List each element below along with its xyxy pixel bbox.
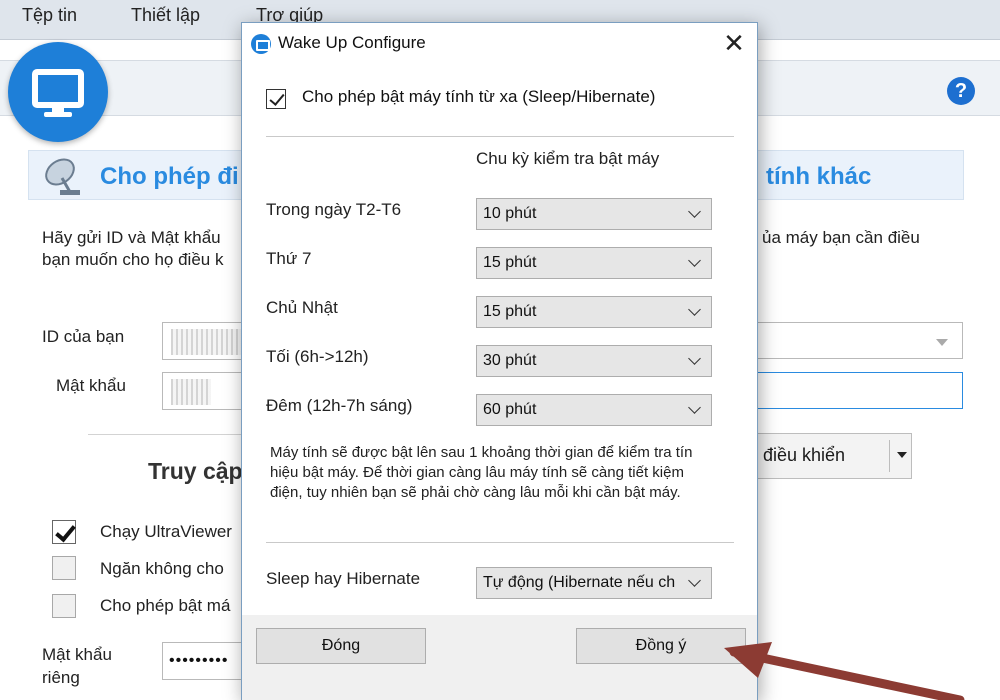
section-title-continued: tính khác — [766, 163, 872, 190]
chevron-down-icon — [688, 205, 701, 218]
evening-label: Tối (6h->12h) — [266, 347, 369, 366]
saturday-interval-select[interactable]: 15 phút — [476, 247, 712, 279]
saturday-label: Thứ 7 — [266, 249, 312, 268]
allow-wake-checkbox[interactable] — [52, 594, 76, 618]
monitor-icon — [32, 69, 84, 117]
private-password-label-line1: Mật khẩu — [42, 645, 112, 664]
weekday-interval-select[interactable]: 10 phút — [476, 198, 712, 230]
enable-wake-label: Cho phép bật máy tính từ xa (Sleep/Hiber… — [302, 87, 656, 106]
dropdown-arrow-icon — [936, 339, 948, 346]
wake-up-configure-dialog: Wake Up Configure ✕ Cho phép bật máy tín… — [241, 22, 758, 700]
start-control-button[interactable]: điều khiển — [740, 433, 912, 479]
chevron-down-icon — [688, 352, 701, 365]
saturday-interval-value: 15 phút — [483, 254, 537, 271]
night-label: Đêm (12h-7h sáng) — [266, 396, 413, 415]
button-separator — [889, 440, 890, 472]
partner-password-input[interactable] — [740, 372, 963, 409]
menu-settings[interactable]: Thiết lập — [131, 5, 200, 26]
evening-interval-select[interactable]: 30 phút — [476, 345, 712, 377]
separator — [266, 136, 734, 137]
annotation-arrow-icon — [724, 642, 965, 700]
intro-text-line1: Hãy gửi ID và Mật khẩu — [42, 228, 221, 247]
divider — [88, 434, 248, 435]
prevent-label: Ngăn không cho — [100, 559, 224, 578]
separator — [266, 542, 734, 543]
intro-text-right: ủa máy bạn cần điều — [762, 228, 920, 247]
sleep-mode-label: Sleep hay Hibernate — [266, 569, 421, 588]
partner-id-input[interactable] — [740, 322, 963, 359]
app-icon — [251, 34, 271, 54]
private-password-value: ••••••••• — [169, 652, 229, 669]
private-password-label-line2: riêng — [42, 668, 80, 687]
night-interval-select[interactable]: 60 phút — [476, 394, 712, 426]
access-heading: Truy cập — [148, 458, 243, 484]
help-icon[interactable]: ? — [947, 77, 975, 105]
sunday-interval-value: 15 phút — [483, 303, 537, 320]
intro-text-line2: bạn muốn cho họ điều k — [42, 250, 224, 269]
start-control-label: điều khiển — [763, 445, 846, 465]
evening-interval-value: 30 phút — [483, 352, 537, 369]
id-field — [162, 322, 252, 360]
sunday-interval-select[interactable]: 15 phút — [476, 296, 712, 328]
run-ultraviewer-label: Chạy UltraViewer — [100, 522, 232, 541]
id-value-blurred — [171, 329, 241, 355]
weekday-label: Trong ngày T2-T6 — [266, 200, 402, 219]
sunday-label: Chủ Nhật — [266, 298, 338, 317]
run-ultraviewer-checkbox[interactable] — [52, 520, 76, 544]
sleep-mode-value: Tự động (Hibernate nếu ch — [483, 574, 676, 591]
dialog-title: Wake Up Configure — [278, 33, 426, 52]
app-logo — [8, 42, 108, 142]
info-note: Máy tính sẽ được bật lên sau 1 khoảng th… — [270, 444, 693, 501]
password-field — [162, 372, 252, 410]
chevron-down-icon — [688, 401, 701, 414]
close-icon[interactable]: ✕ — [714, 27, 754, 59]
night-interval-value: 60 phút — [483, 401, 537, 418]
section-title: Cho phép đi — [100, 163, 239, 190]
satellite-dish-icon — [45, 158, 80, 195]
check-interval-header: Chu kỳ kiểm tra bật máy — [476, 149, 660, 168]
password-value-blurred — [171, 379, 211, 405]
weekday-interval-value: 10 phút — [483, 205, 537, 222]
sleep-mode-select[interactable]: Tự động (Hibernate nếu ch — [476, 567, 712, 599]
chevron-down-icon — [688, 254, 701, 267]
dropdown-arrow-icon[interactable] — [897, 452, 907, 458]
id-label: ID của bạn — [42, 327, 125, 346]
prevent-checkbox[interactable] — [52, 556, 76, 580]
password-label: Mật khẩu — [56, 376, 126, 395]
close-button[interactable]: Đóng — [256, 628, 426, 664]
allow-wake-label: Cho phép bật má — [100, 596, 231, 615]
dialog-titlebar[interactable]: Wake Up Configure ✕ — [242, 23, 757, 63]
enable-wake-checkbox[interactable] — [266, 89, 286, 109]
menu-file[interactable]: Tệp tin — [22, 5, 77, 26]
chevron-down-icon — [688, 574, 701, 587]
private-password-input[interactable]: ••••••••• — [162, 642, 252, 680]
chevron-down-icon — [688, 303, 701, 316]
